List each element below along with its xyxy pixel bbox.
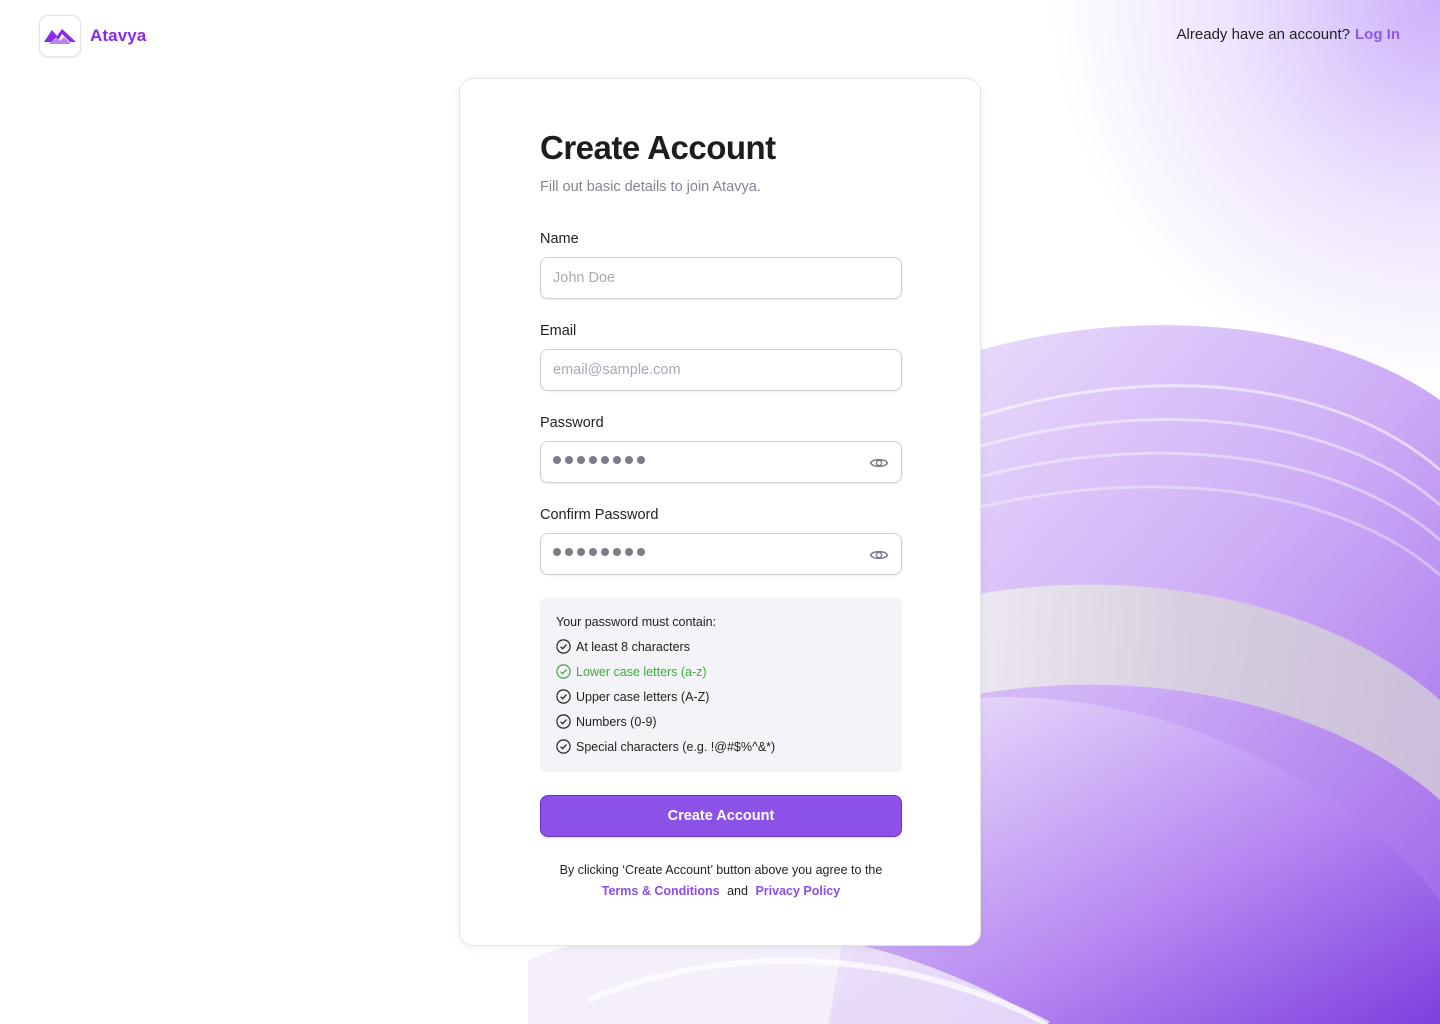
- terms-notice: By clicking ‘Create Account’ button abov…: [540, 860, 902, 902]
- brand-name: Atavya: [90, 26, 147, 45]
- requirement-item: Special characters (e.g. !@#$%^&*): [556, 739, 775, 754]
- password-label: Password: [540, 415, 604, 431]
- email-label: Email: [540, 323, 577, 339]
- password-input[interactable]: [540, 441, 902, 483]
- privacy-policy-link[interactable]: Privacy Policy: [755, 884, 840, 898]
- brand[interactable]: Atavya: [39, 15, 146, 57]
- password-mask: [553, 456, 645, 464]
- requirement-item-met: Lower case letters (a-z): [556, 664, 707, 679]
- check-circle-icon: [556, 639, 571, 654]
- terms-prefix: By clicking ‘Create Account’ button abov…: [559, 863, 883, 877]
- login-prompt: Already have an account? Log In: [1177, 26, 1400, 43]
- confirm-password-mask: [553, 548, 645, 556]
- page-title: Create Account: [540, 129, 776, 166]
- terms-conditions-link[interactable]: Terms & Conditions: [602, 884, 720, 898]
- requirements-heading: Your password must contain:: [556, 615, 717, 629]
- requirement-item: Numbers (0-9): [556, 714, 657, 729]
- email-input[interactable]: [540, 349, 902, 391]
- requirement-text: Upper case letters (A-Z): [576, 689, 710, 704]
- requirement-item: Upper case letters (A-Z): [556, 689, 709, 704]
- requirement-text: Special characters (e.g. !@#$%^&*): [576, 739, 776, 754]
- check-circle-icon: [556, 714, 571, 729]
- page-subtitle: Fill out basic details to join Atavya.: [540, 179, 761, 195]
- requirement-text: At least 8 characters: [576, 639, 690, 654]
- check-circle-icon: [556, 664, 571, 679]
- create-account-button[interactable]: Create Account: [540, 795, 902, 837]
- eye-icon[interactable]: [869, 453, 889, 473]
- signup-card: Create Account Fill out basic details to…: [459, 78, 981, 946]
- eye-icon[interactable]: [869, 545, 889, 565]
- terms-conjunction: and: [727, 884, 748, 898]
- requirement-text: Lower case letters (a-z): [576, 664, 707, 679]
- atavya-mountain-logo-icon: [39, 15, 81, 57]
- check-circle-icon: [556, 689, 571, 704]
- password-requirements: Your password must contain: At least 8 c…: [540, 598, 902, 772]
- login-prompt-text: Already have an account?: [1176, 26, 1350, 43]
- confirm-password-label: Confirm Password: [540, 507, 659, 523]
- name-label: Name: [540, 231, 579, 247]
- login-link[interactable]: Log In: [1355, 26, 1400, 43]
- name-input[interactable]: [540, 257, 902, 299]
- requirement-item: At least 8 characters: [556, 639, 690, 654]
- confirm-password-input[interactable]: [540, 533, 902, 575]
- requirement-text: Numbers (0-9): [576, 714, 657, 729]
- check-circle-icon: [556, 739, 571, 754]
